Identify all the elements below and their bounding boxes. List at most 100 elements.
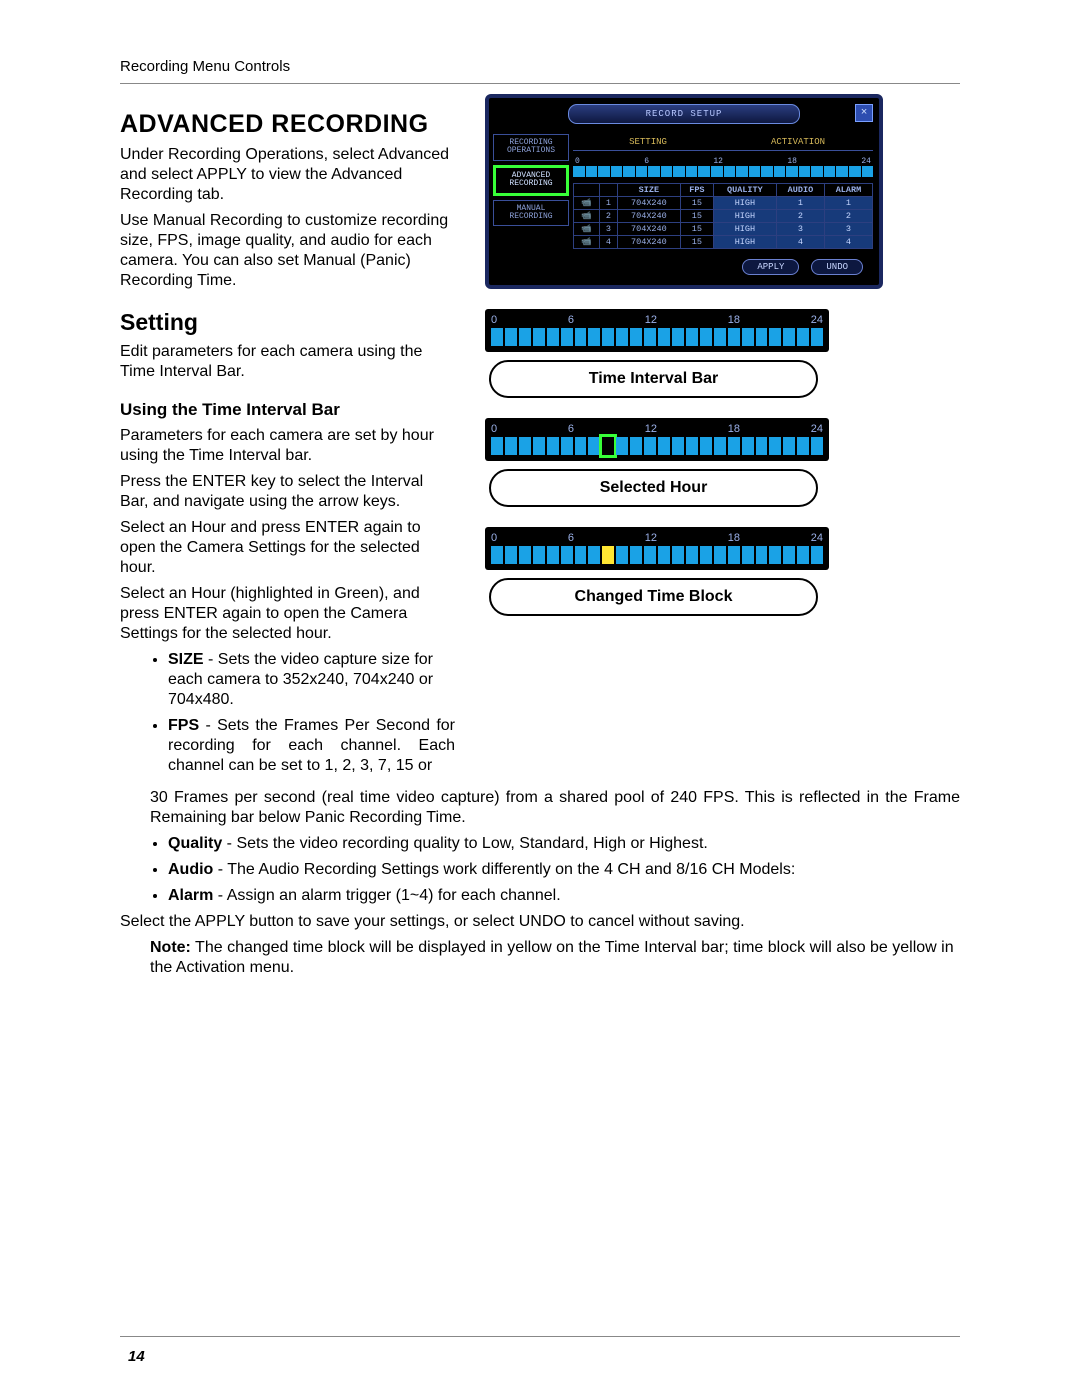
hour-cell[interactable] — [505, 437, 517, 455]
hour-cell[interactable] — [749, 166, 761, 177]
hour-cell[interactable] — [672, 437, 684, 455]
hour-cell[interactable] — [797, 437, 809, 455]
cell-audio[interactable]: 1 — [776, 197, 824, 210]
hour-cell[interactable] — [644, 546, 656, 564]
hour-cell[interactable] — [672, 546, 684, 564]
hour-cell[interactable] — [672, 328, 684, 346]
cell-quality[interactable]: HIGH — [713, 197, 776, 210]
hour-cell[interactable] — [588, 546, 600, 564]
undo-button[interactable]: UNDO — [811, 259, 863, 275]
hour-cell[interactable] — [673, 166, 685, 177]
cell-quality[interactable]: HIGH — [713, 210, 776, 223]
hour-cell[interactable] — [769, 328, 781, 346]
hour-cell[interactable] — [700, 546, 712, 564]
hour-cell[interactable] — [786, 166, 798, 177]
hour-cell[interactable] — [686, 328, 698, 346]
cell-quality[interactable]: HIGH — [713, 236, 776, 249]
hour-cell[interactable] — [742, 328, 754, 346]
hour-cell[interactable] — [644, 437, 656, 455]
hour-cell[interactable] — [756, 546, 768, 564]
hour-cell[interactable] — [505, 328, 517, 346]
close-icon[interactable]: × — [855, 104, 873, 122]
hour-cell[interactable] — [799, 166, 811, 177]
hour-cell[interactable] — [547, 437, 559, 455]
subtab-activation[interactable]: ACTIVATION — [723, 134, 873, 151]
hour-cell[interactable] — [714, 437, 726, 455]
hour-cell[interactable] — [742, 546, 754, 564]
hour-cell[interactable] — [519, 328, 531, 346]
hour-cell[interactable] — [724, 166, 736, 177]
hour-cell[interactable] — [658, 546, 670, 564]
hour-cell[interactable] — [611, 166, 623, 177]
hour-cell[interactable] — [547, 546, 559, 564]
hour-cell[interactable] — [575, 437, 587, 455]
hour-cell[interactable] — [774, 166, 786, 177]
cell-alarm[interactable]: 4 — [824, 236, 872, 249]
hour-cell[interactable] — [811, 546, 823, 564]
apply-button[interactable]: APPLY — [742, 259, 799, 275]
hour-cell[interactable] — [561, 437, 573, 455]
hour-cell[interactable] — [616, 437, 628, 455]
hour-cell[interactable] — [648, 166, 660, 177]
hour-cell[interactable] — [769, 437, 781, 455]
dvr-interval-bar[interactable]: 0 6 12 18 24 — [573, 157, 873, 177]
hour-cell[interactable] — [491, 328, 503, 346]
hour-cell[interactable] — [700, 328, 712, 346]
hour-cell[interactable] — [561, 328, 573, 346]
cell-audio[interactable]: 4 — [776, 236, 824, 249]
cell-fps[interactable]: 15 — [680, 223, 713, 236]
hour-cell[interactable] — [533, 437, 545, 455]
hour-cell[interactable] — [849, 166, 861, 177]
hour-cell[interactable] — [658, 437, 670, 455]
cell-audio[interactable]: 3 — [776, 223, 824, 236]
hour-cell[interactable] — [505, 546, 517, 564]
cell-fps[interactable]: 15 — [680, 236, 713, 249]
hour-cell[interactable] — [644, 328, 656, 346]
hour-cell[interactable] — [698, 166, 710, 177]
hour-cell[interactable] — [623, 166, 635, 177]
hour-cell[interactable] — [533, 546, 545, 564]
hour-cell[interactable] — [686, 437, 698, 455]
hour-cell[interactable] — [797, 546, 809, 564]
cell-quality[interactable]: HIGH — [713, 223, 776, 236]
cell-audio[interactable]: 2 — [776, 210, 824, 223]
cell-alarm[interactable]: 1 — [824, 197, 872, 210]
hour-cell[interactable] — [630, 546, 642, 564]
hour-cell[interactable] — [661, 166, 673, 177]
hour-cell[interactable] — [783, 328, 795, 346]
hour-cell[interactable] — [714, 328, 726, 346]
cell-alarm[interactable]: 2 — [824, 210, 872, 223]
hour-cell[interactable] — [491, 546, 503, 564]
hour-cell[interactable] — [575, 328, 587, 346]
hour-cell[interactable] — [686, 166, 698, 177]
cell-fps[interactable]: 15 — [680, 197, 713, 210]
hour-cell[interactable] — [728, 328, 740, 346]
hour-cell[interactable] — [561, 546, 573, 564]
subtab-setting[interactable]: SETTING — [573, 134, 723, 151]
hour-cell[interactable] — [700, 437, 712, 455]
hour-cell[interactable] — [811, 328, 823, 346]
tab-manual-recording[interactable]: MANUAL RECORDING — [493, 200, 569, 227]
cell-size[interactable]: 704X240 — [617, 197, 680, 210]
hour-cell[interactable] — [586, 166, 598, 177]
hour-cell[interactable] — [756, 328, 768, 346]
hour-cell[interactable] — [519, 546, 531, 564]
cell-size[interactable]: 704X240 — [617, 236, 680, 249]
hour-cell[interactable] — [602, 437, 614, 455]
hour-cell[interactable] — [797, 328, 809, 346]
hour-cell[interactable] — [616, 546, 628, 564]
hour-cell[interactable] — [616, 328, 628, 346]
hour-cell[interactable] — [602, 328, 614, 346]
hour-cell[interactable] — [824, 166, 836, 177]
hour-cell[interactable] — [575, 546, 587, 564]
hour-cell[interactable] — [588, 328, 600, 346]
hour-cell[interactable] — [533, 328, 545, 346]
hour-cell[interactable] — [714, 546, 726, 564]
hour-cell[interactable] — [598, 166, 610, 177]
hour-cell[interactable] — [686, 546, 698, 564]
hour-cell[interactable] — [658, 328, 670, 346]
hour-cell[interactable] — [728, 437, 740, 455]
hour-cell[interactable] — [630, 328, 642, 346]
hour-cell[interactable] — [519, 437, 531, 455]
hour-cell[interactable] — [761, 166, 773, 177]
